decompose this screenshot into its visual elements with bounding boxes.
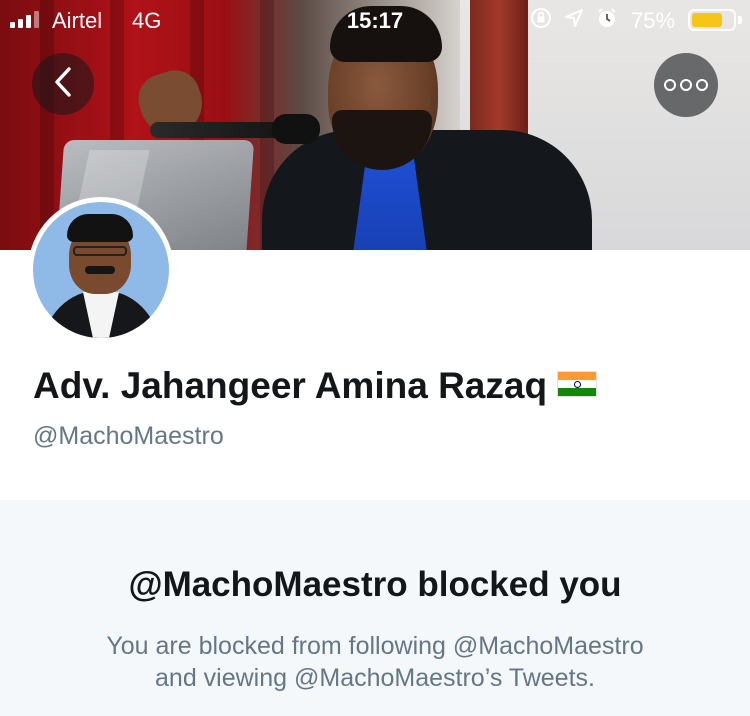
blocked-notice-title: @MachoMaestro blocked you	[128, 565, 622, 604]
blocked-notice-line-2: and viewing @MachoMaestro’s Tweets.	[155, 664, 595, 692]
blocked-notice-line-1: You are blocked from following @MachoMae…	[106, 632, 644, 660]
profile-handle: @MachoMaestro	[33, 422, 224, 450]
chevron-left-icon	[52, 66, 74, 103]
status-bar: Airtel 4G 15:17 75%	[0, 0, 750, 40]
battery-icon	[688, 9, 736, 31]
profile-display-name: Adv. Jahangeer Amina Razaq	[33, 365, 598, 407]
india-flag-icon	[557, 371, 598, 398]
display-name-text: Adv. Jahangeer Amina Razaq	[33, 365, 548, 406]
battery-percentage: 75%	[631, 8, 676, 33]
alarm-icon	[596, 7, 618, 35]
location-arrow-icon	[564, 8, 584, 34]
back-button[interactable]	[32, 53, 94, 115]
battery-level	[692, 13, 722, 27]
more-options-button[interactable]	[654, 53, 718, 117]
more-options-icon	[664, 79, 676, 91]
orientation-lock-icon	[530, 7, 552, 35]
blocked-notice-message: You are blocked from following @MachoMae…	[0, 630, 750, 694]
profile-avatar[interactable]	[28, 197, 174, 343]
